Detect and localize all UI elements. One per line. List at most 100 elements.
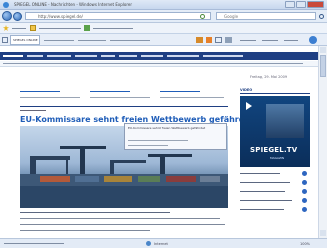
sidebar-item-3-line [240,191,285,192]
ticker-3[interactable] [160,88,228,104]
status-bar: Internet 100% [0,238,327,248]
nav-item-wirtschaft[interactable] [47,55,71,57]
favorites-label-line [12,28,26,29]
home-icon[interactable] [196,37,203,43]
tools-menu-line[interactable] [284,40,298,41]
sidebar-item-3[interactable] [240,188,310,196]
feeds-icon[interactable] [206,37,212,43]
ticker-2-value-line [90,97,150,98]
tab-line-4 [110,40,150,41]
nav-item-home[interactable] [3,55,23,57]
section-rule [20,106,228,107]
scroll-down-icon[interactable] [320,230,326,236]
search-placeholder: Google [224,13,239,19]
teaser-line-4 [20,230,150,231]
ticker-2[interactable] [90,88,155,104]
status-url-line [4,243,64,244]
tooltip-line-2 [128,140,188,141]
arrow-icon [302,207,307,212]
search-icon[interactable] [319,14,324,19]
arrow-icon [302,180,307,185]
grid-icon[interactable] [2,37,8,43]
nav-item-wissenschaft[interactable] [167,55,199,57]
arrow-icon [302,171,307,176]
page-date: Freitag, 29. Mai 2009 [250,75,288,79]
market-tickers [20,88,228,104]
ie-logo-icon [3,2,9,8]
tab-line-3 [78,40,106,41]
arrow-icon [302,189,307,194]
web-slice-icon[interactable] [84,25,90,31]
vertical-scrollbar[interactable] [318,46,327,238]
suggested-sites-line [39,28,81,29]
page-menu-line[interactable] [240,40,256,41]
spiegel-tv-sub: MAGAZIN [270,156,285,160]
address-bar-row: http://www.spiegel.de/ Google [0,10,327,23]
print-icon[interactable] [225,37,232,43]
add-favorites-icon[interactable] [30,25,36,31]
spiegel-tv-logo: SPIEGEL.TV [250,146,298,154]
close-button[interactable] [307,1,324,8]
article-teaser[interactable] [20,210,228,236]
sidebar-item-5-line [240,209,284,210]
ticker-1-title-line [20,91,60,92]
nav-item-sport[interactable] [101,55,115,57]
site-subnav [0,61,318,67]
favorites-star-icon[interactable] [3,25,9,31]
command-bar: SPIEGEL ONLINE - Nachrichten [0,34,327,46]
minimize-button[interactable] [285,1,295,8]
nav-item-netzwelt[interactable] [141,55,163,57]
address-text: http://www.spiegel.de/ [38,13,83,19]
refresh-icon[interactable] [200,14,205,19]
ticker-1-value-line [20,97,80,98]
tab-label: SPIEGEL ONLINE - Nachrichten [13,38,38,42]
section-label-line [20,110,46,111]
ticker-2-title-line [90,91,130,92]
tooltip-title: EU-Kommissare sehnt freien Wettbewerb ge… [128,126,206,130]
sidebar-item-1-line [240,173,280,174]
globe-icon [146,241,151,246]
window-titlebar: SPIEGEL ONLINE - Nachrichten - Windows I… [0,0,327,10]
nav-item-panorama[interactable] [75,55,97,57]
spiegel-tv-teaser[interactable]: SPIEGEL.TV MAGAZIN [240,96,310,167]
subnav-line[interactable] [3,63,303,64]
web-slice-gallery-line [93,28,133,29]
arrow-icon [302,198,307,203]
back-icon[interactable] [2,11,12,21]
headline-tooltip: EU-Kommissare sehnt freien Wettbewerb ge… [124,123,227,150]
tab-line-2 [44,40,74,41]
sidebar-item-1[interactable] [240,170,310,178]
nav-item-politik[interactable] [27,55,43,57]
help-icon[interactable] [309,36,317,44]
sidebar-list [240,170,310,220]
safety-menu-line[interactable] [262,40,278,41]
video-label: VIDEO [240,88,253,92]
tv-photo [266,104,304,138]
sidebar-item-4-line [240,200,292,201]
nav-item-kultur[interactable] [119,55,137,57]
scroll-up-icon[interactable] [320,47,326,53]
teaser-line-3 [20,224,225,225]
nav-item-more[interactable] [203,55,243,57]
favorites-bar [0,23,327,34]
mail-icon[interactable] [215,37,222,43]
zone-text: Internet [154,241,168,246]
forward-icon[interactable] [13,12,22,21]
ticker-3-title-line [160,91,200,92]
tooltip-line-3 [128,145,168,146]
maximize-button[interactable] [296,1,306,8]
video-rule [240,93,310,94]
zoom-text[interactable]: 100% [300,242,310,246]
ticker-1[interactable] [20,88,85,104]
sidebar-item-2[interactable] [240,179,310,187]
site-navbar [0,52,318,60]
sidebar-item-4[interactable] [240,197,310,205]
teaser-line-2 [20,218,220,219]
sidebar-item-2-line [240,182,290,183]
teaser-line-1 [20,212,170,213]
scroll-thumb[interactable] [320,55,326,77]
play-icon[interactable] [246,102,252,110]
ticker-3-value-line [160,97,224,98]
sidebar-item-5[interactable] [240,206,310,214]
window-title: SPIEGEL ONLINE - Nachrichten - Windows I… [14,2,132,7]
